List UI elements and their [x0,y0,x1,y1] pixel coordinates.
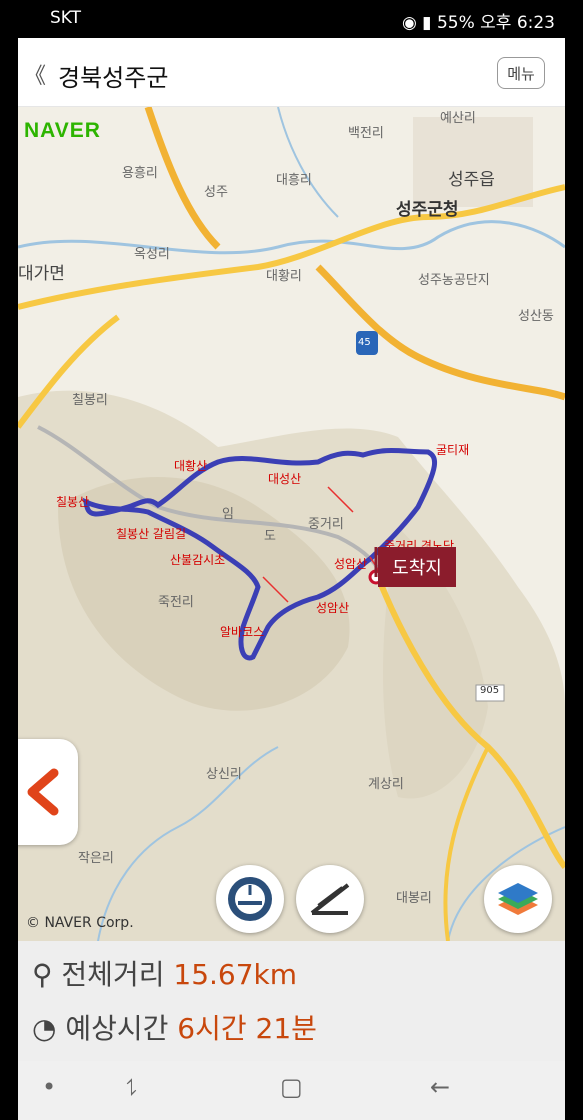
stream [277,107,339,218]
compass-button[interactable] [216,865,284,933]
time-row: ◔ 예상시간 6시간 21분 [32,1007,317,1047]
battery-label: 55% [436,13,475,33]
place-label: 성주군청 [396,200,459,220]
panel-toggle-button[interactable] [18,739,78,845]
time-label: 오후 6:23 [480,13,555,33]
app-frame: 《 경북성주군 메뉴 NAVER 백전리 예산리 용흥리 성주 대흥리 성주읍 … [18,38,565,1120]
time-value: 6시간 21분 [177,1012,317,1045]
place-label: 성주농공단지 [418,273,490,288]
place-label: 도 [264,529,276,544]
destination-label[interactable]: 도착지 [378,547,456,587]
route-label: 산불감시초 [170,553,226,567]
place-label: 상신리 [206,767,242,782]
map-copyright: © NAVER Corp. [26,915,134,931]
back-arrow-icon[interactable]: ← [430,1073,450,1101]
highway-number: 45 [358,337,371,348]
slope-icon [310,883,350,915]
place-label: 예산리 [440,111,476,126]
distance-value: 15.67km [173,958,298,991]
route-label: 알바코스 [220,625,265,639]
route-info-panel: ⚲ 전체거리 15.67km ◔ 예상시간 6시간 21분 [18,941,565,1061]
nav-dot-icon[interactable]: • [42,1073,56,1101]
route-label: 성암산 [316,601,350,615]
layers-button[interactable] [484,865,552,933]
route-label: 칠봉산 [56,495,90,509]
page-title: 경북성주군 [58,64,169,92]
wifi-icon: ◉ ▮ [401,13,432,33]
chevron-left-icon [27,768,59,816]
recent-apps-icon[interactable]: ⥍ [126,1073,137,1101]
compass-icon [228,877,272,921]
elevation-button[interactable] [296,865,364,933]
place-label: 작은리 [78,851,114,866]
layers-icon [498,883,538,915]
menu-button[interactable]: 메뉴 [497,57,545,89]
app-header: 《 경북성주군 메뉴 [18,38,565,107]
home-icon[interactable]: ▢ [280,1073,303,1101]
place-label: 성주 [204,185,228,200]
back-chevron-icon[interactable]: 《 [24,58,46,90]
place-label: 대흥리 [276,173,312,188]
route-label: 성암산 [334,557,368,571]
place-label: 대봉리 [396,891,432,906]
place-label: 백전리 [348,126,384,141]
place-label: 임 [222,507,234,522]
distance-label: 전체거리 [61,958,165,991]
town-area [413,117,533,207]
carrier-label: SKT [50,8,82,28]
place-label: 칠봉리 [72,393,108,408]
naver-logo: NAVER [24,119,101,142]
river [18,220,565,255]
time-label: 예상시간 [65,1012,169,1045]
route-number: 905 [480,685,500,696]
place-label: 중거리 [308,517,344,532]
location-pin-icon: ⚲ [32,958,53,991]
place-label: 성산동 [518,309,554,324]
status-bar: SKT ◉ ▮ 55% 오후 6:23 [0,0,583,38]
distance-row: ⚲ 전체거리 15.67km [32,953,297,993]
status-right: ◉ ▮ 55% 오후 6:23 [402,8,555,33]
route-label: 칠봉산 갈림길 [116,527,187,541]
map-canvas [18,107,565,941]
road [144,107,221,250]
clock-icon: ◔ [32,1012,57,1045]
place-label: 대가면 [18,264,65,284]
place-label: 옥성리 [134,247,170,262]
android-nav-bar: • ⥍ ▢ ← [18,1061,565,1120]
route-label: 대황산 [174,459,208,473]
route-label: 굴티재 [436,443,470,457]
route-label: 대성산 [268,472,302,486]
place-label: 죽전리 [158,595,194,610]
map-view[interactable]: NAVER 백전리 예산리 용흥리 성주 대흥리 성주읍 성주군청 옥성리 대가… [18,107,565,941]
place-label: 성주읍 [448,170,495,190]
place-label: 용흥리 [122,166,158,181]
place-label: 대황리 [266,269,302,284]
place-label: 계상리 [368,777,404,792]
